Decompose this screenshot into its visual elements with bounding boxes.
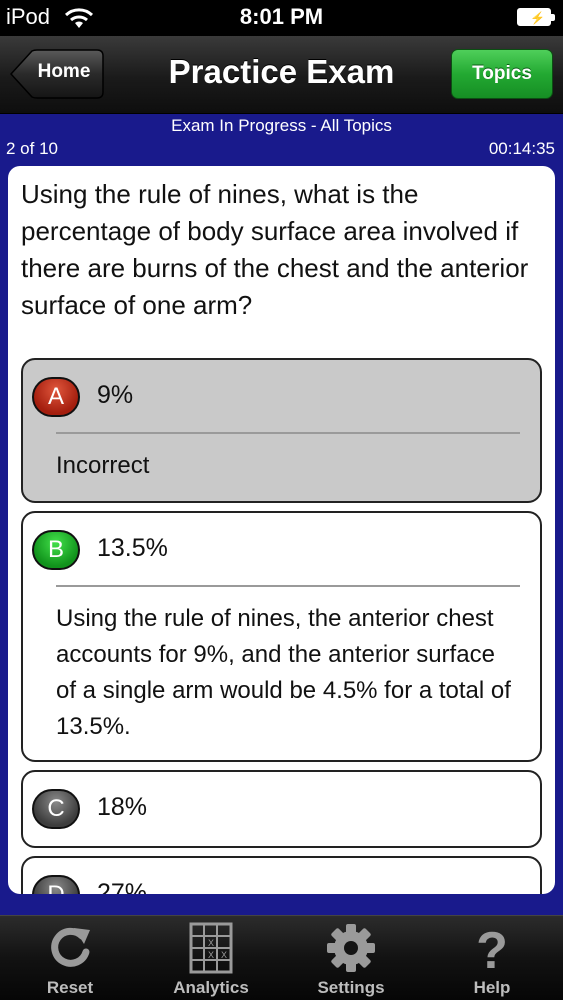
clock-time: 8:01 PM [239, 4, 324, 29]
answer-divider [56, 585, 520, 587]
answer-letter-badge: A [32, 377, 80, 417]
answer-text: 27% [97, 879, 148, 894]
status-bar: iPod 8:01 PM ⚡ [0, 0, 563, 36]
tab-settings[interactable]: Settings [281, 916, 421, 1000]
answer-letter-badge: C [32, 789, 80, 829]
tab-label: Settings [317, 978, 385, 997]
navigation-bar: Home Practice Exam Topics [0, 36, 563, 114]
tab-reset[interactable]: Reset [0, 916, 140, 1000]
question-text: Using the rule of nines, what is the per… [21, 179, 529, 320]
tab-label: Analytics [173, 978, 249, 997]
answer-option-a[interactable]: A 9% Incorrect [21, 358, 542, 503]
help-icon: ? [476, 922, 508, 974]
svg-text:?: ? [476, 922, 508, 974]
question-progress: 2 of 10 [6, 139, 58, 158]
answer-letter-badge: B [32, 530, 80, 570]
battery-icon: ⚡ [517, 8, 555, 26]
tab-label: Help [473, 978, 511, 997]
answer-text: 9% [97, 381, 134, 409]
answer-text: 13.5% [97, 534, 168, 562]
tab-help[interactable]: ? Help [422, 916, 562, 1000]
svg-text:X: X [221, 950, 227, 960]
answer-feedback: Using the rule of nines, the anterior ch… [56, 605, 511, 740]
exam-area: Exam In Progress - All Topics 2 of 10 00… [0, 114, 563, 915]
gear-icon [327, 924, 375, 972]
tab-bar: Reset X X X Analytics Settings ? Help [0, 915, 563, 1000]
answer-divider [56, 432, 520, 434]
answer-letter-badge: D [32, 875, 80, 894]
tab-analytics[interactable]: X X X Analytics [141, 916, 281, 1000]
analytics-icon: X X X [189, 922, 233, 974]
svg-text:X: X [208, 938, 214, 948]
answer-feedback: Incorrect [56, 452, 150, 479]
tab-label: Reset [46, 978, 94, 997]
exam-status-label: Exam In Progress - All Topics [171, 116, 392, 135]
answer-option-b[interactable]: B 13.5% Using the rule of nines, the ant… [21, 511, 542, 762]
answer-option-d[interactable]: D 27% [21, 856, 542, 894]
answer-text: 18% [97, 793, 148, 821]
reset-icon [51, 927, 90, 967]
svg-text:X: X [208, 950, 214, 960]
topics-button[interactable]: Topics [451, 49, 553, 99]
answer-option-c[interactable]: C 18% [21, 770, 542, 848]
question-card[interactable]: Using the rule of nines, what is the per… [8, 166, 555, 894]
exam-timer: 00:14:35 [488, 139, 555, 158]
